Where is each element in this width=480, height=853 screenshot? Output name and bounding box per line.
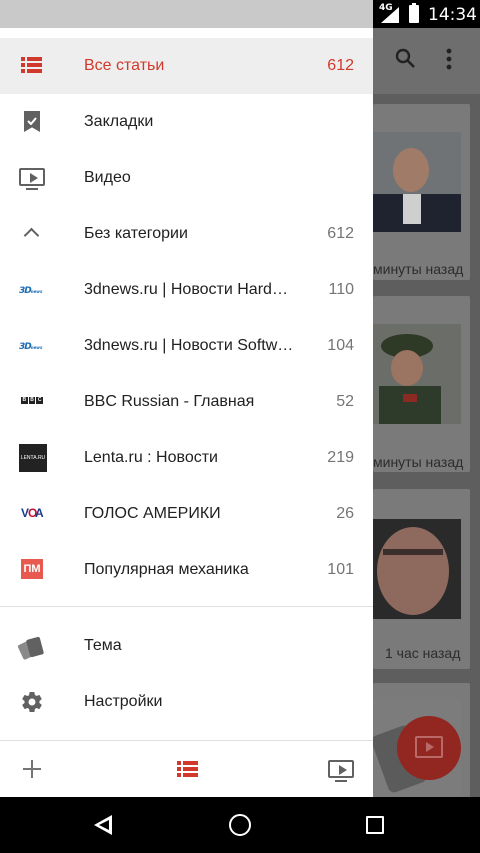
add-feed-button[interactable] — [16, 753, 48, 785]
article-image — [373, 132, 461, 232]
gear-icon — [18, 688, 46, 716]
drawer-item-label: Закладки — [84, 113, 154, 130]
drawer-item-bookmarks[interactable]: Закладки — [0, 94, 373, 150]
article-time: минуты назад — [373, 454, 464, 470]
drawer-item-theme[interactable]: Тема — [0, 618, 373, 674]
recent-apps-icon[interactable] — [366, 816, 384, 834]
pm-logo-icon: ПМ — [18, 556, 46, 584]
article-card[interactable]: минуты назад — [373, 296, 470, 472]
video-icon — [415, 736, 443, 758]
video-view-button[interactable] — [325, 753, 357, 785]
drawer-item-label: Тема — [84, 637, 122, 654]
status-time: 14:34 — [428, 5, 477, 25]
feed-item-3dnews-hardware[interactable]: 3Dnews 3dnews.ru | Новости Hardware 110 — [0, 262, 373, 318]
chevron-up-icon — [18, 220, 46, 248]
article-time: 1 час назад — [385, 645, 461, 661]
home-icon[interactable] — [229, 814, 251, 836]
feed-label: ГОЛОС АМЕРИКИ — [84, 505, 221, 522]
feed-count: 104 — [327, 337, 354, 354]
feed-count: 219 — [327, 449, 354, 466]
feed-count: 101 — [327, 561, 354, 578]
drawer-item-all-articles[interactable]: Все статьи 612 — [0, 38, 373, 94]
feed-item-voa[interactable]: V O A ГОЛОС АМЕРИКИ 26 — [0, 486, 373, 542]
feed-label: 3dnews.ru | Новости Hardware — [84, 281, 296, 298]
article-time: минуты назад — [373, 261, 464, 277]
system-nav-bar — [0, 797, 480, 853]
plus-icon — [23, 760, 41, 778]
bbc-logo-icon: BBC — [21, 397, 44, 404]
article-image — [373, 324, 461, 424]
status-bar-dim-area — [0, 0, 373, 28]
navigation-drawer: Все статьи 612 Закладки Видео Без катего… — [0, 28, 373, 797]
theme-icon — [17, 632, 46, 661]
article-card[interactable]: минуты назад — [373, 104, 470, 280]
feed-label: 3dnews.ru | Новости Software — [84, 337, 296, 354]
drawer-item-settings[interactable]: Настройки — [0, 674, 373, 730]
feed-count: 52 — [336, 393, 354, 410]
battery-icon — [409, 3, 419, 23]
divider — [0, 606, 373, 607]
video-icon — [18, 164, 46, 192]
background-app-bar — [373, 28, 480, 94]
3dnews-logo-icon: 3Dnews — [19, 342, 43, 352]
status-bar: 4G 14:34 — [0, 0, 480, 28]
list-icon — [18, 52, 46, 80]
drawer-item-label: Все статьи — [84, 57, 165, 74]
drawer-category-uncategorized[interactable]: Без категории 612 — [0, 206, 373, 262]
lenta-logo-icon: LENTA.RU — [18, 444, 47, 472]
drawer-item-label: Настройки — [84, 693, 163, 710]
feed-item-popular-mechanics[interactable]: ПМ Популярная механика 101 — [0, 542, 373, 598]
drawer-item-count: 612 — [327, 57, 354, 74]
feed-label: BBC Russian - Главная — [84, 393, 255, 410]
video-fab-button[interactable] — [397, 716, 461, 780]
feed-label: Lenta.ru : Новости — [84, 449, 218, 466]
article-card[interactable]: 1 час назад — [373, 489, 470, 669]
signal-icon — [381, 7, 399, 23]
voa-logo-icon: V O A — [18, 500, 46, 528]
drawer-item-video[interactable]: Видео — [0, 150, 373, 206]
category-count: 612 — [327, 225, 354, 242]
articles-view-button[interactable] — [172, 753, 204, 785]
category-label: Без категории — [84, 225, 188, 242]
video-icon — [327, 756, 355, 784]
feed-count: 110 — [328, 281, 354, 298]
drawer-item-label: Видео — [84, 169, 131, 186]
feed-label: Популярная механика — [84, 561, 249, 578]
search-icon[interactable] — [395, 48, 415, 68]
3dnews-logo-icon: 3Dnews — [19, 286, 43, 296]
feed-item-lenta[interactable]: LENTA.RU Lenta.ru : Новости 219 — [0, 430, 373, 486]
feed-item-bbc-russian[interactable]: BBC BBC Russian - Главная 52 — [0, 374, 373, 430]
feed-count: 26 — [336, 505, 354, 522]
background-feed[interactable]: минуты назад минуты назад 1 час назад — [373, 28, 480, 797]
article-image — [373, 519, 461, 619]
bookmark-icon — [18, 108, 46, 136]
drawer-bottom-bar — [0, 741, 373, 797]
list-icon — [177, 761, 198, 778]
more-vert-icon[interactable] — [445, 48, 453, 70]
feed-item-3dnews-software[interactable]: 3Dnews 3dnews.ru | Новости Software 104 — [0, 318, 373, 374]
